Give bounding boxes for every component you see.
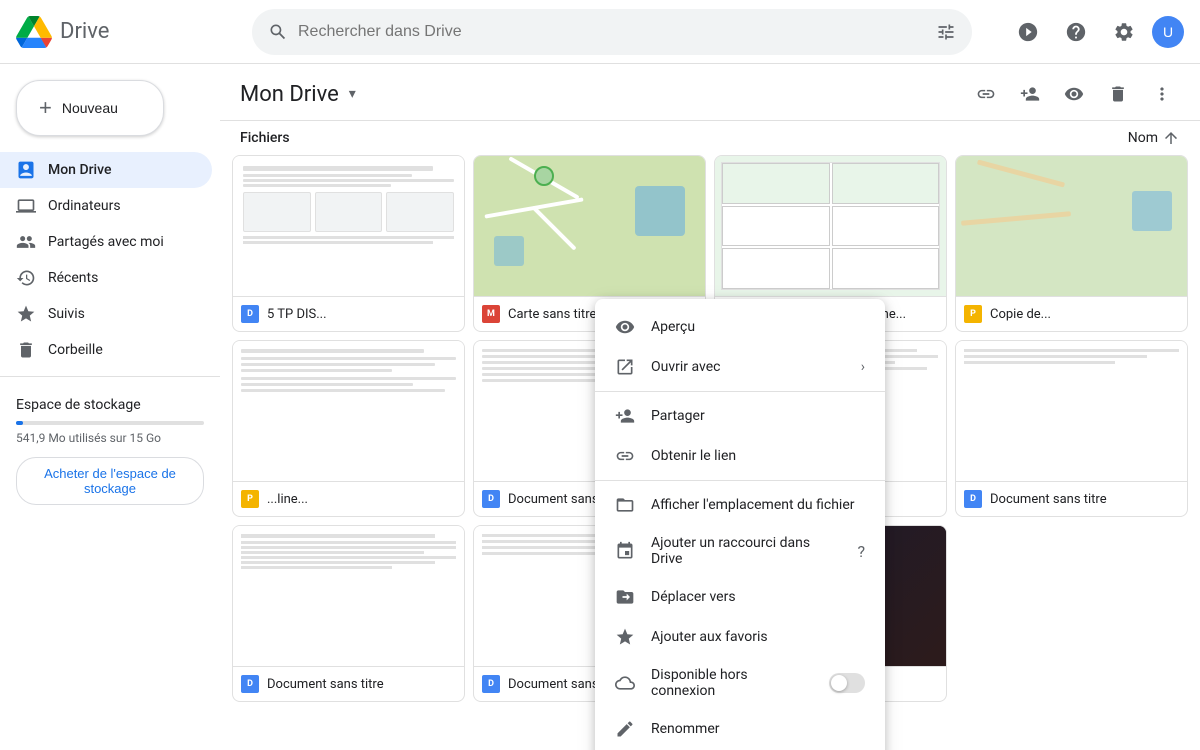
- topbar: Drive U: [0, 0, 1200, 64]
- storage-bar-fill: [16, 421, 23, 425]
- avatar-button[interactable]: U: [1152, 16, 1184, 48]
- menu-label-renommer: Renommer: [651, 721, 865, 737]
- help-button[interactable]: [1056, 12, 1096, 52]
- menu-item-emplacement[interactable]: Afficher l'emplacement du fichier: [595, 485, 885, 525]
- menu-label-hors-connexion: Disponible hors connexion: [651, 667, 813, 699]
- lien-icon: [615, 446, 635, 466]
- submenu-arrow: ›: [861, 359, 865, 375]
- menu-label-lien: Obtenir le lien: [651, 448, 865, 464]
- menu-item-renommer[interactable]: Renommer: [595, 709, 885, 749]
- menu-divider-1: [595, 391, 885, 392]
- filter-icon[interactable]: [936, 22, 956, 42]
- settings-button[interactable]: [1104, 12, 1144, 52]
- computers-icon: [16, 196, 36, 216]
- sidebar-label-recents: Récents: [48, 270, 98, 286]
- menu-item-raccourci[interactable]: Ajouter un raccourci dans Drive ?: [595, 525, 885, 577]
- menu-item-favoris[interactable]: Ajouter aux favoris: [595, 617, 885, 657]
- buy-storage-button[interactable]: Acheter de l'espace de stockage: [16, 457, 204, 505]
- sidebar-item-partages[interactable]: Partagés avec moi: [0, 224, 212, 260]
- deplacer-icon: [615, 587, 635, 607]
- offline-toggle[interactable]: [829, 673, 865, 693]
- context-menu: Aperçu Ouvrir avec › Partager: [595, 299, 885, 750]
- menu-label-raccourci: Ajouter un raccourci dans Drive: [651, 535, 837, 567]
- menu-label-ouvrir: Ouvrir avec: [651, 359, 845, 375]
- favoris-icon: [615, 627, 635, 647]
- search-icon: [268, 22, 288, 42]
- recents-icon: [16, 268, 36, 288]
- menu-divider-2: [595, 480, 885, 481]
- sidebar-item-mon-drive[interactable]: Mon Drive: [0, 152, 212, 188]
- sidebar-item-corbeille[interactable]: Corbeille: [0, 332, 212, 368]
- starred-icon: [16, 304, 36, 324]
- app-title: Drive: [60, 19, 109, 44]
- emplacement-icon: [615, 495, 635, 515]
- sidebar-nav: Mon Drive Ordinateurs Partagés avec moi …: [0, 152, 220, 368]
- sidebar-item-ordinateurs[interactable]: Ordinateurs: [0, 188, 212, 224]
- new-plus-icon: +: [39, 95, 52, 121]
- storage-bar: [16, 421, 204, 425]
- storage-section: Espace de stockage 541,9 Mo utilisés sur…: [0, 385, 220, 517]
- menu-label-apercu: Aperçu: [651, 319, 865, 335]
- account-button[interactable]: [1008, 12, 1048, 52]
- search-input[interactable]: [298, 23, 936, 41]
- sidebar-label-corbeille: Corbeille: [48, 342, 103, 358]
- main-content: Mon Drive ▾ F: [220, 64, 1200, 750]
- apercu-icon: [615, 317, 635, 337]
- menu-label-deplacer: Déplacer vers: [651, 589, 865, 605]
- google-drive-logo: [16, 16, 52, 48]
- trash-icon: [16, 340, 36, 360]
- new-button[interactable]: + Nouveau: [16, 80, 164, 136]
- storage-label: Espace de stockage: [16, 397, 204, 413]
- search-bar[interactable]: [252, 9, 972, 55]
- sidebar-label-suivis: Suivis: [48, 306, 85, 322]
- menu-item-deplacer[interactable]: Déplacer vers: [595, 577, 885, 617]
- sidebar-label-ordinateurs: Ordinateurs: [48, 198, 121, 214]
- shared-icon: [16, 232, 36, 252]
- storage-info: 541,9 Mo utilisés sur 15 Go: [16, 431, 204, 445]
- sidebar: + Nouveau Mon Drive Ordinateurs Partag: [0, 64, 220, 750]
- menu-label-emplacement: Afficher l'emplacement du fichier: [651, 497, 865, 513]
- menu-label-partager: Partager: [651, 408, 865, 424]
- menu-item-lien[interactable]: Obtenir le lien: [595, 436, 885, 476]
- renommer-icon: [615, 719, 635, 739]
- logo-area: Drive: [16, 16, 236, 48]
- topbar-actions: U: [1008, 12, 1184, 52]
- new-label: Nouveau: [62, 100, 118, 116]
- menu-item-ouvrir[interactable]: Ouvrir avec ›: [595, 347, 885, 387]
- layout: + Nouveau Mon Drive Ordinateurs Partag: [0, 0, 1200, 750]
- raccourci-icon: [615, 541, 635, 561]
- sidebar-label-partages: Partagés avec moi: [48, 234, 164, 250]
- menu-label-favoris: Ajouter aux favoris: [651, 629, 865, 645]
- help-icon: ?: [857, 542, 865, 561]
- menu-item-apercu[interactable]: Aperçu: [595, 307, 885, 347]
- menu-item-partager[interactable]: Partager: [595, 396, 885, 436]
- sidebar-item-suivis[interactable]: Suivis: [0, 296, 212, 332]
- sidebar-divider: [0, 376, 220, 377]
- toggle-knob: [831, 675, 847, 691]
- menu-item-hors-connexion[interactable]: Disponible hors connexion: [595, 657, 885, 709]
- drive-icon: [16, 160, 36, 180]
- sidebar-item-recents[interactable]: Récents: [0, 260, 212, 296]
- partager-icon: [615, 406, 635, 426]
- ouvrir-icon: [615, 357, 635, 377]
- hors-connexion-icon: [615, 673, 635, 693]
- sidebar-label-mon-drive: Mon Drive: [48, 162, 111, 178]
